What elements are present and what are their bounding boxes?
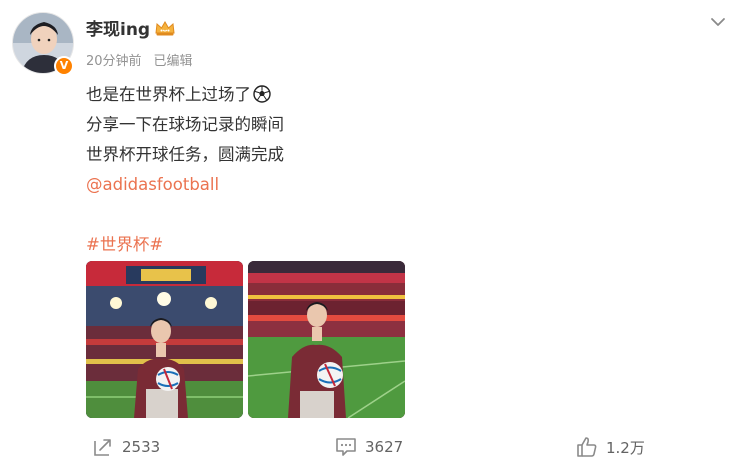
comment-count: 3627 <box>365 438 404 456</box>
edited-label: 已编辑 <box>153 54 193 69</box>
post-photo-1[interactable] <box>86 261 243 418</box>
photo-grid <box>86 261 405 418</box>
repost-count: 2533 <box>122 438 161 456</box>
like-button[interactable]: 1.2万 <box>576 436 645 458</box>
post-text: 也是在世界杯上过场了 分享一下在球场记录的瞬间 世界杯开球任务，圆满完成 @ad… <box>86 80 284 260</box>
author-row: 李现ing <box>86 15 176 40</box>
mention-link[interactable]: @adidasfootball <box>86 170 284 200</box>
action-bar: 2533 3627 1.2万 <box>0 436 750 466</box>
post-photo-2[interactable] <box>248 261 405 418</box>
crown-icon[interactable] <box>154 19 176 37</box>
comment-button[interactable]: 3627 <box>335 436 403 458</box>
post-text-line: 也是在世界杯上过场了 <box>86 80 284 110</box>
hashtag-link[interactable]: #世界杯# <box>86 230 284 260</box>
repost-icon <box>92 436 114 458</box>
like-count: 1.2万 <box>606 438 645 457</box>
post-text-line-3: 世界杯开球任务，圆满完成 <box>86 145 284 164</box>
post-text-line-2: 分享一下在球场记录的瞬间 <box>86 115 284 134</box>
post-time[interactable]: 20分钟前 <box>86 50 142 69</box>
author-name[interactable]: 李现ing <box>86 15 150 40</box>
comment-icon <box>335 436 357 458</box>
avatar[interactable]: V <box>12 12 76 76</box>
thumbs-up-icon <box>576 436 598 458</box>
post-text-line-1: 也是在世界杯上过场了 <box>86 85 251 104</box>
verified-badge-icon: V <box>54 56 74 76</box>
repost-button[interactable]: 2533 <box>92 436 160 458</box>
chevron-down-icon[interactable] <box>708 12 728 32</box>
post-meta: 20分钟前 已编辑 <box>86 50 193 69</box>
soccer-ball-icon <box>253 83 271 103</box>
